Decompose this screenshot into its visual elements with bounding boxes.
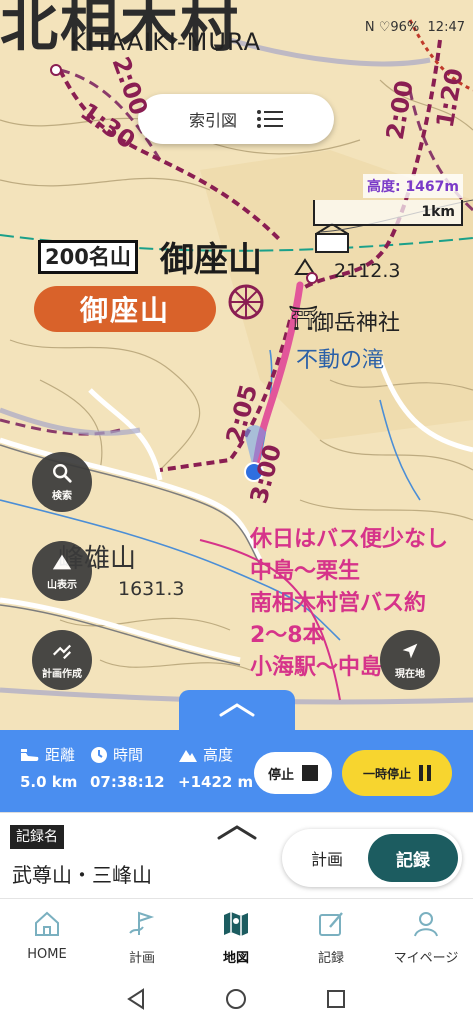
nav-home[interactable]: HOME bbox=[0, 909, 94, 962]
plan-edit-icon bbox=[52, 644, 72, 660]
status-indicators: N ♡96% bbox=[364, 20, 420, 35]
plan-create-label: 計画作成 bbox=[42, 669, 82, 680]
bottom-navigation: HOME 計画 地図 記録 マイページ bbox=[0, 898, 473, 974]
index-map-label: 索引図 bbox=[188, 111, 237, 130]
record-panel: 記録名 武尊山・三峰山 計画 記録 bbox=[0, 812, 473, 898]
record-name[interactable]: 武尊山・三峰山 bbox=[12, 859, 152, 888]
clock-icon bbox=[91, 746, 107, 763]
pause-label: 一時停止 bbox=[362, 766, 411, 781]
list-icon bbox=[257, 110, 283, 128]
map-view[interactable]: ⛩ 北相木村 KITAAIKI-MURA N ♡96% 12:47 索引図 高度… bbox=[0, 0, 473, 812]
summit-elevation: 2112.3 bbox=[334, 260, 401, 282]
stop-icon bbox=[302, 765, 318, 781]
route-flag-icon bbox=[129, 911, 155, 935]
scale-bar: 1km bbox=[313, 200, 463, 226]
system-navigation-bar bbox=[0, 974, 473, 1024]
time-value: 07:38:12 bbox=[90, 773, 165, 791]
shoe-icon bbox=[21, 748, 39, 761]
user-icon bbox=[414, 912, 438, 937]
nav-mypage-label: マイページ bbox=[393, 951, 459, 966]
bus-note-line: 休日はバス便少なし bbox=[250, 527, 449, 552]
plan-record-toggle: 計画 記録 bbox=[282, 829, 462, 887]
status-bar: N ♡96% 12:47 bbox=[365, 20, 465, 35]
home-circle-icon[interactable] bbox=[225, 988, 247, 1010]
mountain-badge[interactable]: 御座山 bbox=[34, 286, 216, 332]
pause-button[interactable]: 一時停止 bbox=[342, 750, 452, 796]
tab-record[interactable]: 記録 bbox=[368, 834, 458, 882]
time-label: 時間 bbox=[113, 746, 144, 764]
area-title-en: KITAAIKI-MURA bbox=[70, 28, 262, 56]
plan-create-button[interactable]: 計画作成 bbox=[32, 630, 92, 690]
hyakumeizan-badge: 200名山 bbox=[38, 240, 138, 274]
shrine-label: 御岳神社 bbox=[312, 311, 401, 336]
nav-map[interactable]: 地図 bbox=[189, 909, 283, 966]
mountain-display-label: 山表示 bbox=[47, 580, 77, 591]
distance-label: 距離 bbox=[45, 746, 76, 764]
chevron-up-icon bbox=[219, 703, 255, 717]
navigation-arrow-icon bbox=[402, 643, 418, 659]
nav-record[interactable]: 記録 bbox=[284, 909, 378, 966]
altitude-stat: 高度 +1422 m bbox=[178, 744, 253, 791]
altitude-label: 高度 bbox=[203, 746, 234, 764]
tab-plan[interactable]: 計画 bbox=[282, 829, 372, 887]
bus-info-note: 休日はバス便少なし 中島～栗生 南相木村営バス約 2～8本 小海駅～中島 bbox=[250, 524, 473, 694]
mountain-display-button[interactable]: 山表示 bbox=[32, 541, 92, 601]
mountain-icon bbox=[179, 749, 197, 762]
waterfall-label: 不動の滝 bbox=[296, 348, 385, 373]
search-label: 検索 bbox=[52, 491, 72, 502]
mountain-name-label: 御座山 bbox=[160, 240, 262, 280]
mountain-icon bbox=[52, 554, 72, 570]
home-icon bbox=[35, 911, 59, 936]
record-name-tag: 記録名 bbox=[10, 825, 64, 849]
back-icon[interactable] bbox=[126, 988, 146, 1010]
edit-icon bbox=[319, 912, 343, 936]
map-icon bbox=[224, 912, 248, 936]
nav-map-label: 地図 bbox=[222, 951, 249, 966]
nav-home-label: HOME bbox=[27, 947, 67, 962]
scale-label: 1km bbox=[421, 204, 455, 220]
nav-mypage[interactable]: マイページ bbox=[379, 909, 473, 966]
index-map-button[interactable]: 索引図 bbox=[138, 94, 334, 144]
time-stat: 時間 07:38:12 bbox=[90, 744, 165, 791]
altitude-value: +1422 m bbox=[178, 773, 254, 791]
peak-elevation: 1631.3 bbox=[118, 578, 185, 600]
status-time: 12:47 bbox=[427, 20, 465, 35]
bus-note-line: 南相木村営バス約 bbox=[250, 591, 427, 616]
pause-icon bbox=[419, 765, 431, 781]
recents-icon[interactable] bbox=[326, 989, 346, 1009]
current-location-label: 現在地 bbox=[395, 669, 425, 680]
search-button[interactable]: 検索 bbox=[32, 452, 92, 512]
stop-button[interactable]: 停止 bbox=[254, 752, 332, 794]
chevron-up-icon[interactable] bbox=[216, 823, 258, 841]
expand-panel-handle[interactable] bbox=[179, 690, 295, 730]
altitude-readout: 高度: 1467m bbox=[362, 174, 463, 198]
current-location-button[interactable]: 現在地 bbox=[380, 630, 440, 690]
stop-label: 停止 bbox=[267, 767, 294, 783]
search-icon bbox=[53, 464, 72, 483]
bus-note-line: 2～8本 bbox=[250, 623, 325, 648]
nav-record-label: 記録 bbox=[317, 951, 344, 966]
distance-value: 5.0 km bbox=[20, 773, 78, 791]
distance-stat: 距離 5.0 km bbox=[20, 744, 77, 791]
nav-plan[interactable]: 計画 bbox=[95, 909, 189, 966]
bus-note-line: 中島～栗生 bbox=[250, 559, 361, 584]
nav-plan-label: 計画 bbox=[128, 951, 155, 966]
